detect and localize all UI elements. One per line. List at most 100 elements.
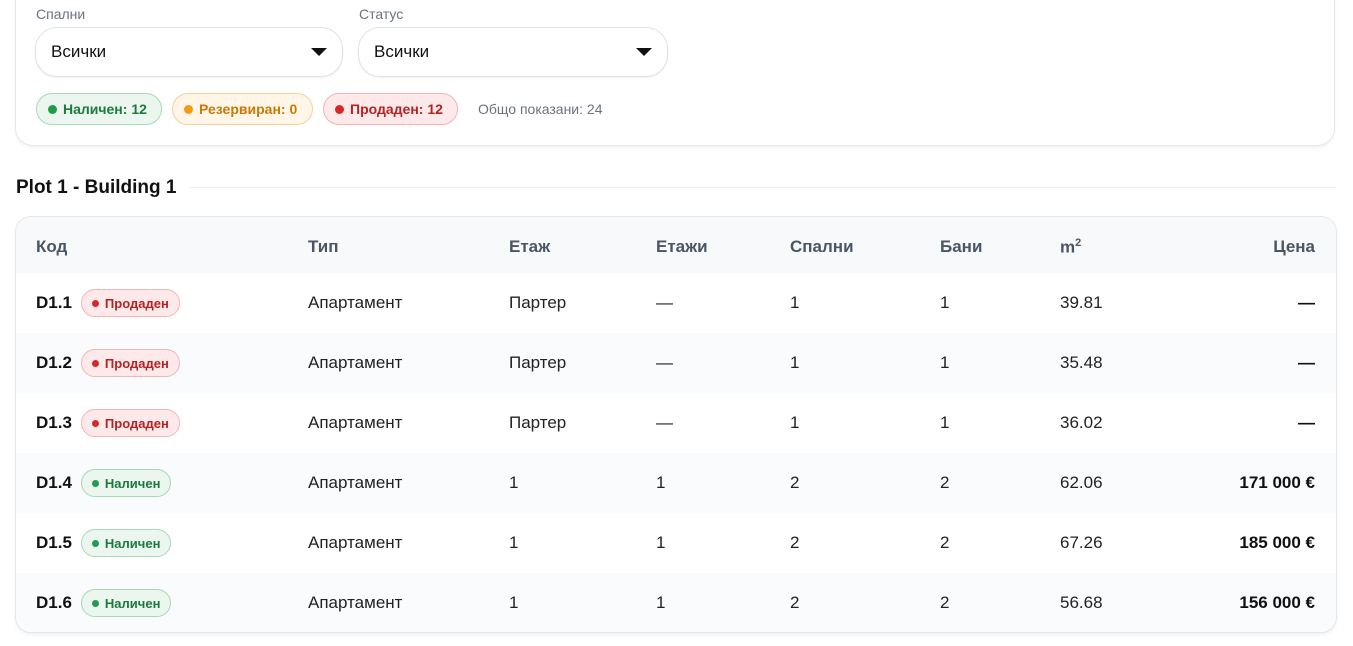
available-count-label: Наличен: 12 bbox=[63, 101, 147, 117]
unit-area: 35.48 bbox=[1060, 353, 1103, 372]
unit-type: Апартамент bbox=[308, 293, 403, 312]
header-price[interactable]: Цена bbox=[1273, 237, 1315, 257]
unit-bathrooms: 2 bbox=[940, 533, 950, 552]
unit-floors: 1 bbox=[656, 533, 666, 552]
unit-status-badge: Продаден bbox=[80, 289, 180, 317]
unit-floor: Партер bbox=[509, 353, 567, 372]
table-header: Код Тип Етаж Етажи Спални Бани m2 Цена bbox=[16, 217, 1336, 273]
unit-bedrooms: 1 bbox=[790, 353, 800, 372]
status-dot-icon bbox=[91, 539, 99, 547]
status-dot-icon bbox=[91, 359, 99, 367]
unit-floors: — bbox=[656, 413, 673, 432]
unit-status-label: Наличен bbox=[104, 595, 161, 611]
section-divider bbox=[190, 187, 1336, 188]
unit-type: Апартамент bbox=[308, 533, 403, 552]
unit-code: D1.4 bbox=[36, 473, 72, 492]
status-dot-icon bbox=[91, 419, 99, 427]
table-row[interactable]: D1.3 Продаден Апартамент Партер — 1 1 36… bbox=[16, 393, 1336, 453]
unit-bedrooms: 1 bbox=[790, 413, 800, 432]
header-area-sup: 2 bbox=[1075, 237, 1082, 249]
unit-code-cell: D1.4 Наличен bbox=[36, 453, 172, 513]
unit-floors: 1 bbox=[656, 593, 666, 612]
unit-floors: 1 bbox=[656, 473, 666, 492]
header-area[interactable]: m2 bbox=[1060, 237, 1081, 258]
unit-status-label: Наличен bbox=[104, 535, 161, 551]
units-table: Код Тип Етаж Етажи Спални Бани m2 Цена D… bbox=[15, 216, 1337, 633]
unit-status-label: Продаден bbox=[104, 355, 169, 371]
header-code[interactable]: Код bbox=[36, 237, 67, 257]
unit-floor: 1 bbox=[509, 593, 519, 612]
unit-status-badge: Наличен bbox=[80, 589, 172, 617]
unit-area: 67.26 bbox=[1060, 533, 1103, 552]
status-filter-select[interactable]: Всички bbox=[358, 27, 668, 77]
bedrooms-filter-label: Спални bbox=[36, 6, 86, 22]
header-type[interactable]: Тип bbox=[308, 237, 338, 257]
status-dot-icon bbox=[335, 104, 344, 114]
status-dot-icon bbox=[91, 299, 99, 307]
table-row[interactable]: D1.2 Продаден Апартамент Партер — 1 1 35… bbox=[16, 333, 1336, 393]
caret-down-icon bbox=[311, 48, 327, 56]
header-bathrooms[interactable]: Бани bbox=[940, 237, 982, 257]
status-dot-icon bbox=[91, 479, 99, 487]
bedrooms-filter-select[interactable]: Всички bbox=[35, 27, 343, 77]
caret-down-icon bbox=[636, 48, 652, 56]
unit-code-cell: D1.3 Продаден bbox=[36, 393, 180, 453]
unit-bedrooms: 2 bbox=[790, 473, 800, 492]
unit-floor: 1 bbox=[509, 473, 519, 492]
unit-type: Апартамент bbox=[308, 593, 403, 612]
unit-type: Апартамент bbox=[308, 353, 403, 372]
sold-count-chip[interactable]: Продаден: 12 bbox=[323, 93, 458, 125]
unit-bedrooms: 2 bbox=[790, 593, 800, 612]
unit-status-badge: Продаден bbox=[80, 409, 180, 437]
header-area-unit: m bbox=[1060, 237, 1076, 257]
unit-bedrooms: 1 bbox=[790, 293, 800, 312]
available-count-chip[interactable]: Наличен: 12 bbox=[36, 93, 162, 125]
table-row[interactable]: D1.5 Наличен Апартамент 1 1 2 2 67.26 18… bbox=[16, 513, 1336, 573]
total-shown-count: Общо показани: 24 bbox=[478, 101, 603, 117]
unit-area: 56.68 bbox=[1060, 593, 1103, 612]
header-floors[interactable]: Етажи bbox=[656, 237, 708, 257]
reserved-count-chip[interactable]: Резервиран: 0 bbox=[172, 93, 313, 125]
reserved-count-label: Резервиран: 0 bbox=[199, 101, 298, 117]
unit-price: — bbox=[1298, 353, 1315, 372]
unit-status-badge: Продаден bbox=[80, 349, 180, 377]
unit-code: D1.2 bbox=[36, 353, 72, 372]
unit-area: 36.02 bbox=[1060, 413, 1103, 432]
unit-status-label: Наличен bbox=[104, 475, 161, 491]
unit-area: 62.06 bbox=[1060, 473, 1103, 492]
unit-floors: — bbox=[656, 293, 673, 312]
unit-status-badge: Наличен bbox=[80, 529, 172, 557]
table-row[interactable]: D1.6 Наличен Апартамент 1 1 2 2 56.68 15… bbox=[16, 573, 1336, 632]
unit-bathrooms: 2 bbox=[940, 473, 950, 492]
unit-price: — bbox=[1298, 413, 1315, 432]
unit-price: 185 000 € bbox=[1239, 533, 1315, 552]
unit-status-badge: Наличен bbox=[80, 469, 172, 497]
unit-bathrooms: 2 bbox=[940, 593, 950, 612]
unit-price: 156 000 € bbox=[1239, 593, 1315, 612]
status-filter-value: Всички bbox=[374, 42, 430, 61]
unit-price: 171 000 € bbox=[1239, 473, 1315, 492]
unit-floor: Партер bbox=[509, 413, 567, 432]
header-bedrooms[interactable]: Спални bbox=[790, 237, 854, 257]
unit-code-cell: D1.1 Продаден bbox=[36, 273, 180, 333]
sold-count-label: Продаден: 12 bbox=[350, 101, 443, 117]
unit-bathrooms: 1 bbox=[940, 413, 950, 432]
unit-code: D1.6 bbox=[36, 593, 72, 612]
unit-bedrooms: 2 bbox=[790, 533, 800, 552]
unit-code: D1.1 bbox=[36, 293, 72, 312]
unit-type: Апартамент bbox=[308, 413, 403, 432]
unit-code-cell: D1.5 Наличен bbox=[36, 513, 172, 573]
unit-area: 39.81 bbox=[1060, 293, 1103, 312]
status-dot-icon bbox=[91, 599, 99, 607]
unit-code-cell: D1.6 Наличен bbox=[36, 573, 172, 632]
status-dot-icon bbox=[48, 104, 57, 114]
unit-code: D1.3 bbox=[36, 413, 72, 432]
table-row[interactable]: D1.4 Наличен Апартамент 1 1 2 2 62.06 17… bbox=[16, 453, 1336, 513]
status-dot-icon bbox=[184, 104, 193, 114]
header-floor[interactable]: Етаж bbox=[509, 237, 550, 257]
table-row[interactable]: D1.1 Продаден Апартамент Партер — 1 1 39… bbox=[16, 273, 1336, 333]
status-filter-label: Статус bbox=[359, 6, 404, 22]
unit-bathrooms: 1 bbox=[940, 353, 950, 372]
unit-floor: Партер bbox=[509, 293, 567, 312]
unit-type: Апартамент bbox=[308, 473, 403, 492]
